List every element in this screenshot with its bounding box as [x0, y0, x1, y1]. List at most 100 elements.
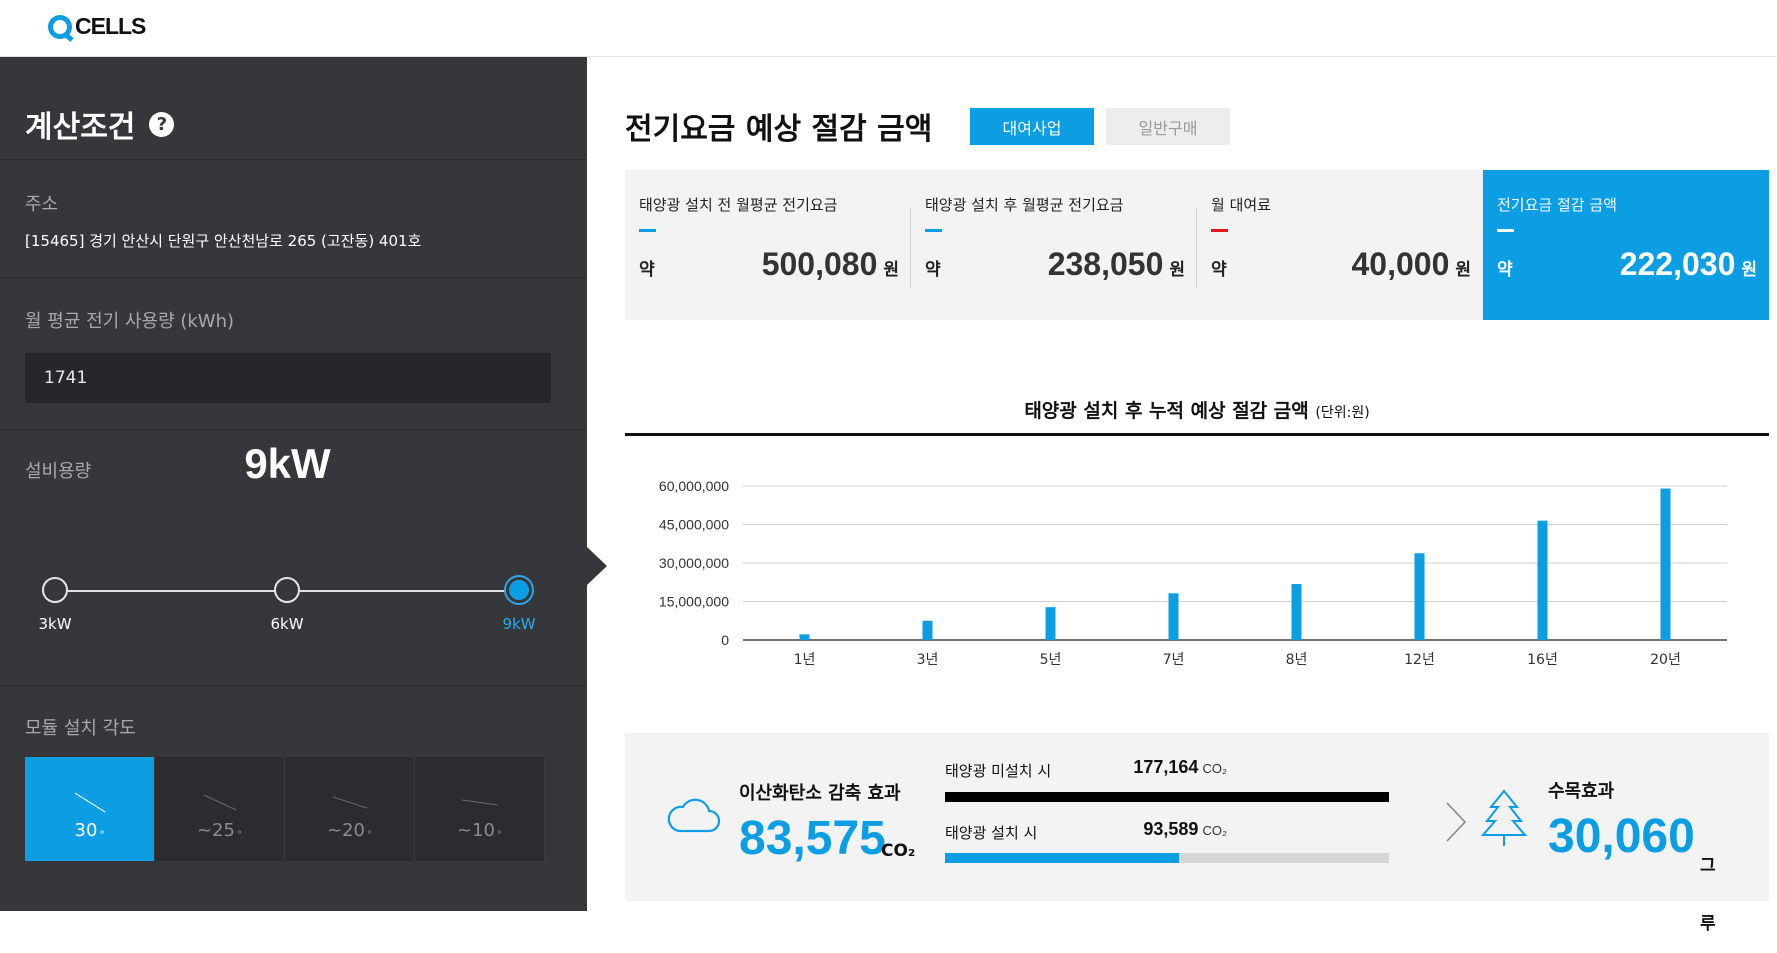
chart-bar: [1168, 593, 1179, 640]
tab-purchase[interactable]: 일반구매: [1106, 108, 1230, 145]
angle-option-20[interactable]: ~20 °: [285, 757, 415, 861]
summary-dash: [1211, 229, 1228, 232]
summary-dash: [1497, 229, 1514, 232]
summary-value: 500,080: [761, 246, 878, 282]
summary-title: 전기요금 절감 금액: [1497, 196, 1617, 214]
chart-bar: [1660, 488, 1671, 640]
tree-effect-unit: 그루: [1700, 856, 1716, 934]
logo-q-icon: [48, 14, 72, 39]
chart-bar: [1537, 520, 1548, 640]
bar-value-with: 93,589 CO₂: [1143, 819, 1227, 840]
tab-rental[interactable]: 대여사업: [970, 108, 1094, 145]
degree-symbol: °: [99, 830, 105, 841]
usage-input[interactable]: 1741: [25, 353, 551, 403]
summary-card-rental-fee: 월 대여료 약 40,000 원: [1197, 170, 1483, 320]
angle-option-label: ~25: [197, 820, 235, 841]
chart-title-rule: [625, 433, 1769, 436]
summary-prefix: 약: [925, 260, 941, 280]
calc-conditions-sidebar: 계산조건 ? 주소 [15465] 경기 안산시 단원구 안산천남로 265 (…: [0, 57, 587, 911]
co2-bar-with: [945, 853, 1389, 863]
summary-prefix: 약: [1497, 260, 1513, 280]
y-tick-label: 0: [721, 632, 729, 648]
tree-icon: [1480, 789, 1528, 846]
summary-card-after: 태양광 설치 후 월평균 전기요금 약 238,050 원: [911, 170, 1197, 320]
address-value: [15465] 경기 안산시 단원구 안산천남로 265 (고잔동) 401호: [25, 232, 422, 250]
co2-unit: CO₂: [881, 841, 916, 861]
summary-prefix: 약: [639, 260, 655, 280]
chart-title-text: 태양광 설치 후 누적 예상 절감 금액: [1024, 400, 1309, 422]
summary-title: 태양광 설치 전 월평균 전기요금: [639, 196, 838, 214]
x-tick-label: 5년: [1040, 652, 1062, 668]
chevron-right-icon: [1446, 802, 1467, 842]
x-tick-label: 16년: [1527, 652, 1558, 668]
summary-dash: [639, 229, 656, 232]
summary-title: 태양광 설치 후 월평균 전기요금: [925, 196, 1124, 214]
summary-prefix: 약: [1211, 260, 1227, 280]
y-tick-label: 60,000,000: [659, 478, 729, 494]
bar-number: 177,164: [1133, 757, 1199, 777]
top-header: CELLS: [0, 0, 1777, 57]
capacity-label-3kw[interactable]: 3kW: [25, 615, 85, 633]
logo-text: CELLS: [75, 13, 146, 39]
sidebar-pointer-arrow: [587, 547, 607, 585]
summary-card-before: 태양광 설치 전 월평균 전기요금 약 500,080 원: [625, 170, 911, 320]
address-label: 주소: [25, 194, 59, 215]
x-tick-label: 7년: [1163, 652, 1185, 668]
divider: [0, 429, 587, 430]
bar-unit: CO₂: [1202, 761, 1227, 776]
chart-unit: (단위:원): [1315, 405, 1370, 421]
tree-effect-value: 30,060: [1548, 810, 1695, 863]
bar-label-without: 태양광 미설치 시: [945, 762, 1052, 780]
bar-value-without: 177,164 CO₂: [1133, 757, 1227, 778]
angle-option-10[interactable]: ~10 °: [415, 757, 545, 861]
angle-option-label: ~10: [457, 820, 495, 841]
bar-unit: CO₂: [1202, 823, 1227, 838]
capacity-label-9kw[interactable]: 9kW: [489, 615, 549, 633]
summary-value: 222,030: [1619, 246, 1736, 282]
cumulative-savings-chart: 0 15,000,000 30,000,000 45,000,000 60,000,00…: [659, 478, 1727, 668]
degree-symbol: °: [367, 830, 372, 841]
degree-symbol: °: [237, 830, 242, 841]
sidebar-title-text: 계산조건: [25, 110, 136, 145]
summary-unit: 원: [1169, 260, 1185, 280]
divider: [0, 277, 587, 278]
summary-card-savings: 전기요금 절감 금액 약 222,030 원: [1483, 170, 1769, 320]
x-tick-label: 3년: [917, 652, 939, 668]
cloud-icon: [667, 798, 721, 833]
x-tick-label: 12년: [1404, 652, 1435, 668]
angle-option-label: 30: [74, 820, 98, 841]
angle-line-icon: [74, 792, 106, 813]
angle-option-30[interactable]: 30 °: [25, 757, 155, 861]
capacity-option-3kw[interactable]: [42, 577, 68, 603]
chart-bar: [799, 634, 810, 640]
x-tick-label: 1년: [794, 652, 816, 668]
page-title: 전기요금 예상 절감 금액: [625, 112, 933, 147]
divider: [0, 685, 587, 686]
angle-option-25[interactable]: ~25 °: [155, 757, 285, 861]
summary-title: 월 대여료: [1211, 196, 1271, 214]
tree-effect-label: 수목효과: [1548, 781, 1615, 802]
y-tick-label: 30,000,000: [659, 555, 729, 571]
capacity-value: 9kW: [244, 440, 331, 487]
co2-label: 이산화탄소 감축 효과: [739, 783, 901, 804]
x-tick-label: 8년: [1286, 652, 1308, 668]
qcells-logo[interactable]: CELLS: [48, 13, 146, 40]
angle-line-icon: [203, 794, 237, 811]
co2-bar-fill: [945, 792, 1389, 802]
help-icon[interactable]: ?: [149, 111, 175, 137]
capacity-label-6kw[interactable]: 6kW: [257, 615, 317, 633]
bar-label-with: 태양광 설치 시: [945, 824, 1038, 842]
x-tick-label: 20년: [1650, 652, 1681, 668]
capacity-option-6kw[interactable]: [274, 577, 300, 603]
divider: [0, 159, 587, 160]
savings-summary: 태양광 설치 전 월평균 전기요금 약 500,080 원 태양광 설치 후 월평…: [625, 170, 1769, 320]
chart-title: 태양광 설치 후 누적 예상 절감 금액 (단위:원): [625, 396, 1769, 423]
summary-dash: [925, 229, 942, 232]
bar-number: 93,589: [1143, 819, 1199, 839]
summary-unit: 원: [1455, 260, 1471, 280]
capacity-option-9kw[interactable]: [506, 577, 532, 603]
chart-bar: [1291, 584, 1302, 640]
chart-bar: [1414, 553, 1425, 640]
angle-label: 모듈 설치 각도: [25, 718, 136, 739]
chart-bar: [1045, 607, 1056, 640]
